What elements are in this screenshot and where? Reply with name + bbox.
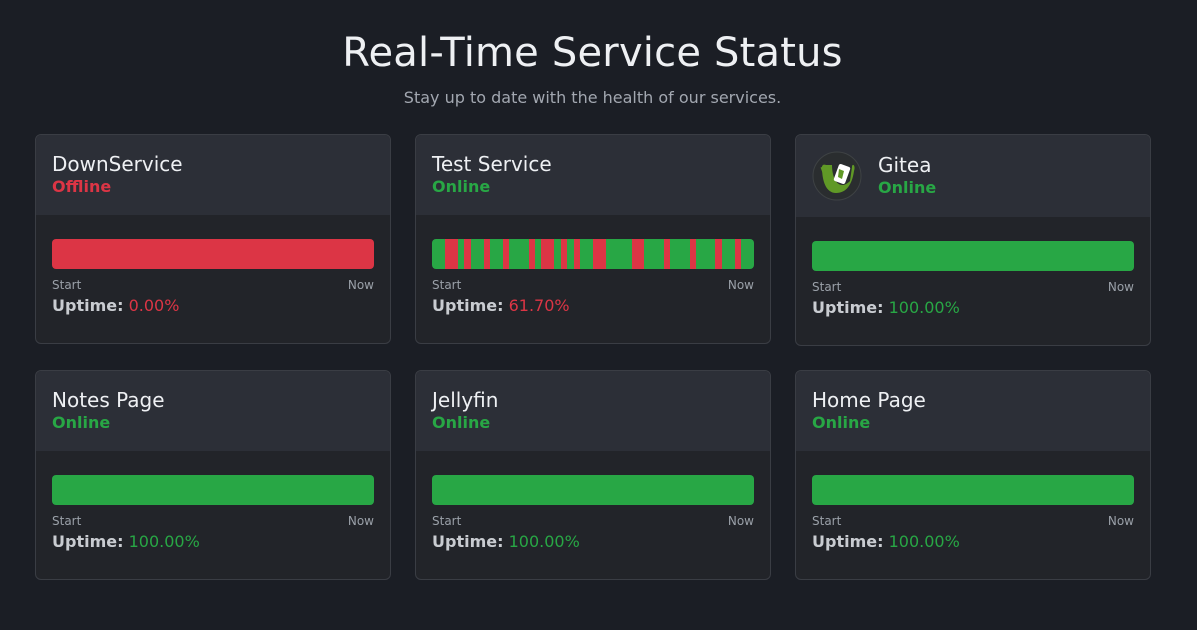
gitea-logo-icon bbox=[812, 151, 862, 201]
bar-now-label: Now bbox=[727, 514, 754, 528]
service-name: DownService bbox=[52, 152, 183, 176]
service-card: Test Service Online Start Now Uptime: 61… bbox=[415, 134, 771, 344]
bar-start-label: Start bbox=[52, 514, 82, 528]
service-name: Jellyfin bbox=[432, 388, 499, 412]
uptime-segment-up bbox=[747, 239, 754, 269]
page-subtitle: Stay up to date with the health of our s… bbox=[403, 88, 782, 107]
uptime-label: Uptime: bbox=[52, 296, 124, 315]
service-card-header: Test Service Online bbox=[416, 135, 770, 215]
bar-now-label: Now bbox=[727, 278, 754, 292]
bar-now-label: Now bbox=[347, 278, 374, 292]
bar-labels: Start Now bbox=[52, 278, 374, 292]
service-card-header: Notes Page Online bbox=[36, 371, 390, 451]
bar-labels: Start Now bbox=[812, 280, 1134, 294]
uptime-value: 100.00% bbox=[888, 298, 960, 317]
service-card-body: Start Now Uptime: 100.00% bbox=[416, 451, 770, 579]
bar-now-label: Now bbox=[1107, 280, 1134, 294]
bar-labels: Start Now bbox=[432, 514, 754, 528]
service-card-body: Start Now Uptime: 100.00% bbox=[36, 451, 390, 579]
bar-start-label: Start bbox=[812, 280, 842, 294]
bar-start-label: Start bbox=[432, 514, 462, 528]
uptime-label: Uptime: bbox=[52, 532, 124, 551]
uptime-value: 100.00% bbox=[888, 532, 960, 551]
bar-now-label: Now bbox=[347, 514, 374, 528]
service-card: Home Page Online Start Now Uptime: 100.0… bbox=[795, 370, 1151, 580]
uptime-value: 0.00% bbox=[128, 296, 180, 315]
service-card-body: Start Now Uptime: 100.00% bbox=[796, 217, 1150, 345]
uptime-label: Uptime: bbox=[812, 532, 884, 551]
uptime-segment-up bbox=[367, 475, 374, 505]
service-card: DownService Offline Start Now Uptime: 0.… bbox=[35, 134, 391, 344]
bar-start-label: Start bbox=[812, 514, 842, 528]
service-card: Jellyfin Online Start Now Uptime: 100.00… bbox=[415, 370, 771, 580]
service-card-header: Gitea Online bbox=[796, 135, 1150, 217]
uptime-line: Uptime: 0.00% bbox=[52, 296, 374, 315]
uptime-segment-down bbox=[367, 239, 374, 269]
bar-labels: Start Now bbox=[812, 514, 1134, 528]
uptime-label: Uptime: bbox=[432, 532, 504, 551]
uptime-history-bar bbox=[432, 475, 754, 505]
uptime-line: Uptime: 100.00% bbox=[812, 298, 1134, 317]
service-status: Online bbox=[878, 178, 937, 197]
bar-labels: Start Now bbox=[52, 514, 374, 528]
service-name: Notes Page bbox=[52, 388, 165, 412]
uptime-segment-up bbox=[1127, 475, 1134, 505]
service-status: Offline bbox=[52, 177, 112, 196]
uptime-history-bar bbox=[812, 475, 1134, 505]
bar-start-label: Start bbox=[52, 278, 82, 292]
service-card-body: Start Now Uptime: 61.70% bbox=[416, 215, 770, 343]
uptime-segment-up bbox=[747, 475, 754, 505]
uptime-history-bar bbox=[52, 239, 374, 269]
uptime-value: 61.70% bbox=[508, 296, 570, 315]
uptime-segment-up bbox=[1127, 241, 1134, 271]
service-card: Notes Page Online Start Now Uptime: 100.… bbox=[35, 370, 391, 580]
uptime-history-bar bbox=[52, 475, 374, 505]
uptime-label: Uptime: bbox=[432, 296, 504, 315]
bar-start-label: Start bbox=[432, 278, 462, 292]
service-card-header: Jellyfin Online bbox=[416, 371, 770, 451]
uptime-history-bar bbox=[432, 239, 754, 269]
service-name: Home Page bbox=[812, 388, 926, 412]
service-card: Gitea Online Start Now Uptime: 100.00% bbox=[795, 134, 1151, 346]
uptime-line: Uptime: 100.00% bbox=[432, 532, 754, 551]
service-card-body: Start Now Uptime: 0.00% bbox=[36, 215, 390, 343]
uptime-value: 100.00% bbox=[508, 532, 580, 551]
service-status: Online bbox=[52, 413, 111, 432]
bar-labels: Start Now bbox=[432, 278, 754, 292]
uptime-label: Uptime: bbox=[812, 298, 884, 317]
service-status: Online bbox=[432, 413, 491, 432]
uptime-line: Uptime: 61.70% bbox=[432, 296, 754, 315]
service-name: Test Service bbox=[432, 152, 552, 176]
service-card-header: Home Page Online bbox=[796, 371, 1150, 451]
bar-now-label: Now bbox=[1107, 514, 1134, 528]
uptime-line: Uptime: 100.00% bbox=[812, 532, 1134, 551]
uptime-history-bar bbox=[812, 241, 1134, 271]
service-name: Gitea bbox=[878, 153, 932, 177]
uptime-line: Uptime: 100.00% bbox=[52, 532, 374, 551]
status-page: Real-Time Service Status Stay up to date… bbox=[0, 0, 1197, 630]
service-card-body: Start Now Uptime: 100.00% bbox=[796, 451, 1150, 579]
service-card-header: DownService Offline bbox=[36, 135, 390, 215]
service-status: Online bbox=[812, 413, 871, 432]
uptime-value: 100.00% bbox=[128, 532, 200, 551]
page-title: Real-Time Service Status bbox=[342, 30, 843, 76]
service-status: Online bbox=[432, 177, 491, 196]
